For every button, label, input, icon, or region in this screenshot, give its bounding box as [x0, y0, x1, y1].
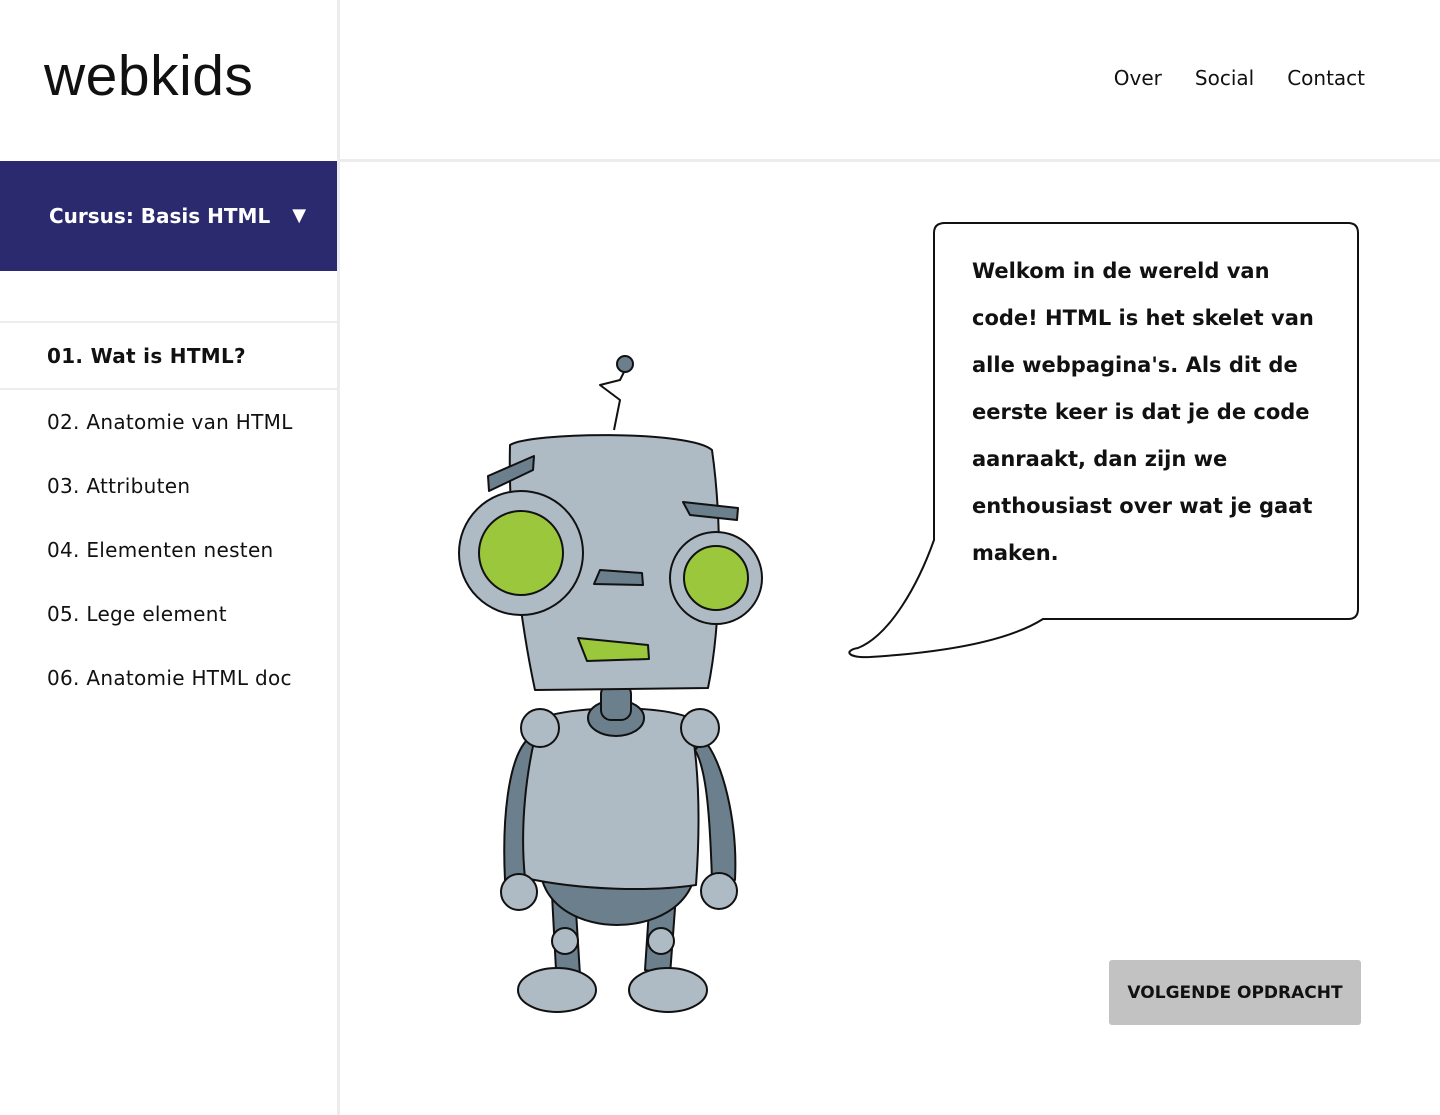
lesson-item-wat-is-html[interactable]: 01. Wat is HTML?: [0, 323, 337, 390]
page: webkids Cursus: Basis HTML ▼ 01. Wat is …: [0, 0, 1440, 1115]
webkids-logo[interactable]: webkids: [44, 48, 253, 105]
nav-link-social[interactable]: Social: [1195, 66, 1254, 90]
speech-bubble-text: Welkom in de wereld van code! HTML is he…: [972, 259, 1314, 565]
nav-link-over[interactable]: Over: [1114, 66, 1162, 90]
caret-down-icon: ▼: [292, 205, 307, 226]
top-header: Over Social Contact: [340, 0, 1440, 162]
next-assignment-button[interactable]: VOLGENDE OPDRACHT: [1109, 960, 1361, 1025]
course-dropdown[interactable]: Cursus: Basis HTML ▼: [0, 161, 337, 271]
top-nav: Over Social Contact: [1114, 66, 1365, 90]
sidebar: webkids Cursus: Basis HTML ▼ 01. Wat is …: [0, 0, 340, 1115]
lesson-item-anatomie-van-html[interactable]: 02. Anatomie van HTML: [0, 390, 337, 454]
lesson-item-elementen-nesten[interactable]: 04. Elementen nesten: [0, 518, 337, 582]
lesson-item-anatomie-html-doc[interactable]: 06. Anatomie HTML doc: [0, 646, 337, 710]
nav-link-contact[interactable]: Contact: [1287, 66, 1365, 90]
lesson-list: 01. Wat is HTML? 02. Anatomie van HTML 0…: [0, 321, 337, 710]
robot-illustration: [458, 355, 763, 1013]
lesson-item-attributen[interactable]: 03. Attributen: [0, 454, 337, 518]
course-dropdown-label: Cursus: Basis HTML: [49, 204, 271, 228]
lesson-item-lege-element[interactable]: 05. Lege element: [0, 582, 337, 646]
